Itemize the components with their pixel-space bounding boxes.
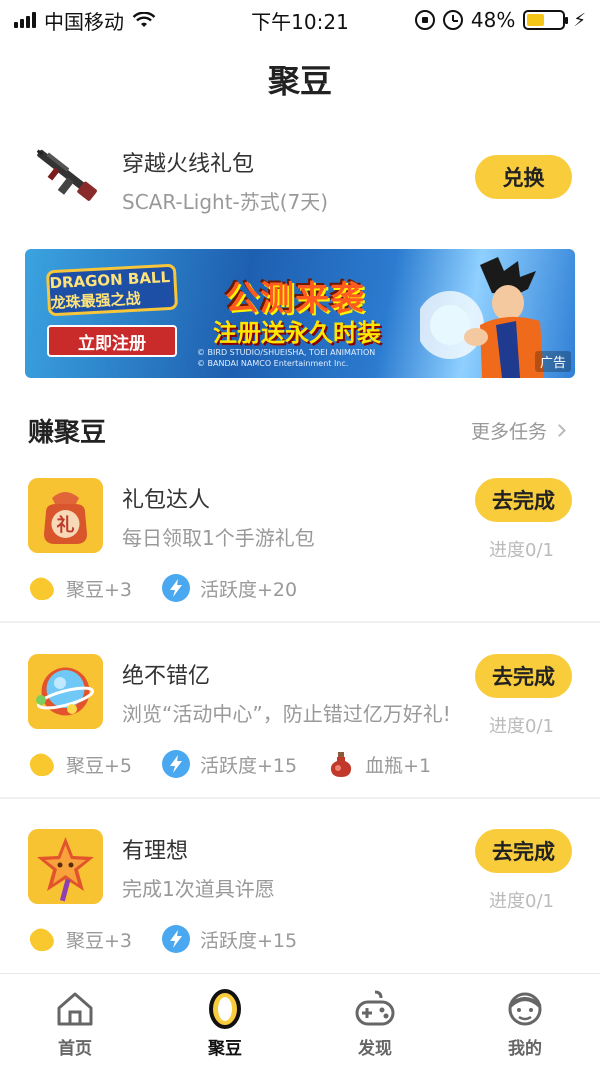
task-rewards: 聚豆+5 活跃度+15 血瓶+1: [28, 748, 461, 780]
gamepad-icon: [355, 990, 395, 1026]
reward-beans-label: 聚豆+3: [66, 929, 133, 952]
tab-me-label: 我的: [508, 1039, 542, 1059]
task-progress: 进度0/1: [489, 891, 554, 912]
tab-beans[interactable]: 聚豆: [150, 974, 300, 1065]
banner-copyright-line1: © BIRD STUDIO/SHUEISHA, TOEI ANIMATION: [197, 348, 376, 357]
reward-activity: 活跃度+15: [162, 750, 297, 778]
section-title: 赚聚豆: [28, 418, 107, 448]
complete-task-button[interactable]: 去完成: [475, 829, 572, 873]
reward-beans: 聚豆+3: [28, 926, 132, 953]
bean-egg-icon: [209, 989, 241, 1029]
activity-icon: [162, 750, 191, 778]
tab-beans-label: 聚豆: [208, 1039, 242, 1059]
task-rewards: 聚豆+3 活跃度+20: [28, 572, 327, 604]
star-wand-icon: [28, 829, 103, 904]
bottom-tab-bar: 首页 聚豆 发现 我的: [0, 973, 600, 1065]
gift-bag-icon: 礼: [28, 478, 103, 553]
alarm-icon: [442, 10, 463, 30]
reward-beans-label: 聚豆+3: [66, 578, 133, 601]
rifle-image: [36, 149, 97, 201]
banner-copyright-line2: © BANDAI NAMCO Entertainment Inc.: [197, 359, 349, 368]
reward-potion: 血瓶+1: [327, 750, 431, 778]
task-title: 绝不错亿: [122, 664, 211, 689]
rotation-lock-icon: [414, 10, 435, 30]
page-title: 聚豆: [267, 62, 332, 100]
tab-discover[interactable]: 发现: [300, 974, 450, 1065]
battery-fill: [527, 14, 544, 26]
planet-icon: [28, 654, 103, 729]
tab-discover-label: 发现: [358, 1039, 392, 1059]
banner-logo: DRAGON BALL 龙珠最强之战: [45, 263, 179, 317]
reward-beans-label: 聚豆+5: [66, 754, 133, 777]
user-icon: [508, 992, 542, 1026]
status-bar: 中国移动 下午10:21 48% ⚡: [0, 0, 600, 40]
gift-title: 穿越火线礼包: [122, 152, 255, 177]
task-progress: 进度0/1: [489, 540, 554, 561]
task-item: 礼 礼包达人 每日领取1个手游礼包 去完成 进度0/1 聚豆+3 活跃度+20: [0, 478, 600, 653]
activity-icon: [162, 574, 191, 602]
reward-beans: 聚豆+5: [28, 751, 132, 778]
task-item: 绝不错亿 浏览“活动中心”，防止错过亿万好礼! 去完成 进度0/1 聚豆+5 活…: [0, 654, 600, 829]
reward-potion-label: 血瓶+1: [365, 754, 432, 777]
bean-icon: [29, 577, 54, 601]
complete-task-button[interactable]: 去完成: [475, 654, 572, 698]
gift-card: 穿越火线礼包 SCAR-Light-苏式(7天) 兑换: [0, 130, 600, 230]
activity-icon: [162, 925, 191, 953]
svg-text:礼: 礼: [57, 514, 75, 536]
reward-activity: 活跃度+20: [162, 574, 297, 602]
task-rewards: 聚豆+3 活跃度+15: [28, 923, 327, 955]
more-tasks-link[interactable]: 更多任务: [470, 417, 566, 444]
divider: [0, 797, 600, 799]
task-description: 每日领取1个手游礼包: [122, 526, 315, 550]
promo-banner[interactable]: DRAGON BALL 龙珠最强之战 立即注册 公测来袭 注册送永久时装 © B…: [25, 249, 575, 378]
banner-copyright: © BIRD STUDIO/SHUEISHA, TOEI ANIMATION ©…: [197, 347, 375, 369]
exchange-button[interactable]: 兑换: [475, 155, 572, 199]
more-tasks-label: 更多任务: [470, 421, 547, 443]
divider: [0, 621, 600, 623]
reward-activity-label: 活跃度+15: [200, 929, 298, 952]
bean-icon: [29, 928, 54, 952]
task-progress: 进度0/1: [489, 716, 554, 737]
reward-beans: 聚豆+3: [28, 575, 132, 602]
reward-activity-label: 活跃度+20: [200, 578, 298, 601]
task-title: 礼包达人: [122, 488, 211, 513]
home-icon: [57, 992, 93, 1026]
battery-icon: [523, 10, 569, 30]
reward-activity-label: 活跃度+15: [200, 754, 298, 777]
reward-activity: 活跃度+15: [162, 925, 297, 953]
complete-task-button[interactable]: 去完成: [475, 478, 572, 522]
status-time: 下午10:21: [251, 9, 349, 34]
task-title: 有理想: [122, 839, 189, 864]
potion-icon: [331, 752, 352, 777]
task-description: 浏览“活动中心”，防止错过亿万好礼!: [122, 702, 451, 726]
tab-home-label: 首页: [58, 1039, 92, 1059]
banner-register-button[interactable]: 立即注册: [47, 325, 177, 357]
chevron-right-icon: [553, 424, 566, 437]
tab-me[interactable]: 我的: [450, 974, 600, 1065]
tab-home[interactable]: 首页: [0, 974, 150, 1065]
banner-character-image: [420, 257, 544, 378]
ad-badge: 广告: [534, 351, 571, 372]
banner-subheadline: 注册送永久时装: [213, 319, 381, 347]
task-description: 完成1次道具许愿: [122, 877, 275, 901]
bean-icon: [29, 753, 54, 777]
gift-subtitle: SCAR-Light-苏式(7天): [122, 190, 329, 214]
